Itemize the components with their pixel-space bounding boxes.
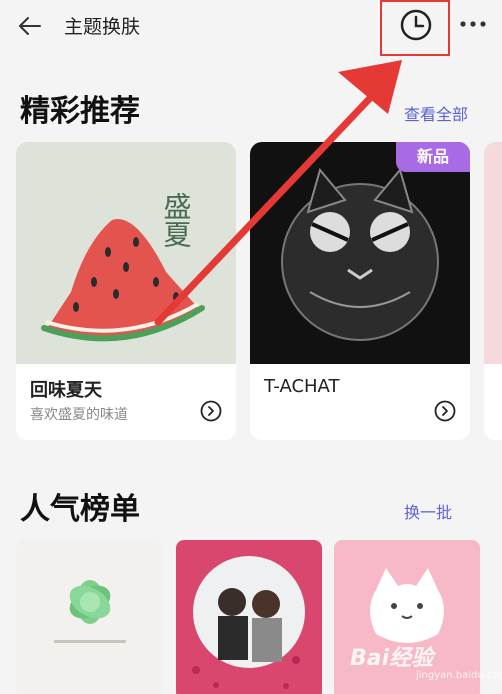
- view-all-link[interactable]: 查看全部: [404, 101, 468, 125]
- watermark-url: jingyan.baidu.com: [416, 670, 502, 681]
- new-badge: 新品: [396, 142, 470, 172]
- theme-card-summer[interactable]: 盛夏 回味夏天 喜欢盛夏的味道: [16, 142, 236, 440]
- watermark-text: Bai: [350, 646, 390, 671]
- chevron-circle-icon[interactable]: [200, 400, 222, 422]
- popular-section-title: 人气榜单: [20, 492, 140, 527]
- featured-section-title: 精彩推荐: [20, 94, 140, 129]
- top-bar: 主题换肤: [0, 0, 502, 56]
- chevron-circle-icon[interactable]: [434, 400, 456, 422]
- card-image: [484, 142, 502, 364]
- more-dots-icon[interactable]: [458, 14, 488, 34]
- card-title: 回味夏天: [30, 380, 102, 401]
- page-title: 主题换肤: [64, 16, 141, 38]
- black-cat-image: [250, 142, 470, 364]
- refresh-batch-link[interactable]: 换一批: [404, 499, 452, 523]
- card-title: T-ACHAT: [264, 376, 340, 397]
- popular-tile-succulent[interactable]: [16, 540, 162, 694]
- clock-icon[interactable]: [399, 8, 433, 42]
- card-subtitle: 喜欢盛夏的味道: [30, 407, 128, 423]
- watermelon-image: 盛夏: [16, 142, 236, 364]
- image-caption: 盛夏: [160, 192, 193, 248]
- couple-image: [192, 556, 305, 689]
- theme-card-tachat[interactable]: 新品 T-ACHAT: [250, 142, 470, 440]
- popular-tile-couple[interactable]: [176, 540, 322, 694]
- theme-card-partial[interactable]: [484, 142, 502, 440]
- arrow-left-icon[interactable]: [14, 10, 46, 42]
- succulent-image: [54, 580, 126, 643]
- watermark: Bai经验: [350, 640, 433, 672]
- watermark-text2: 经验: [389, 646, 434, 671]
